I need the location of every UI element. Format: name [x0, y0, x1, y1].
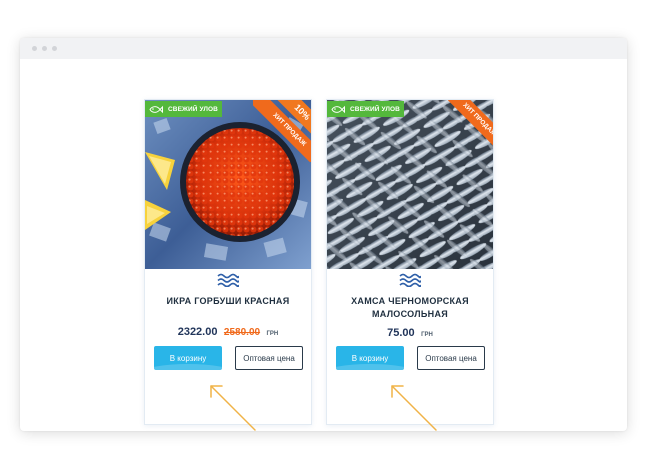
arrow-icon — [210, 385, 256, 431]
arrow-icon — [391, 385, 437, 431]
annotation-arrows — [210, 385, 437, 431]
